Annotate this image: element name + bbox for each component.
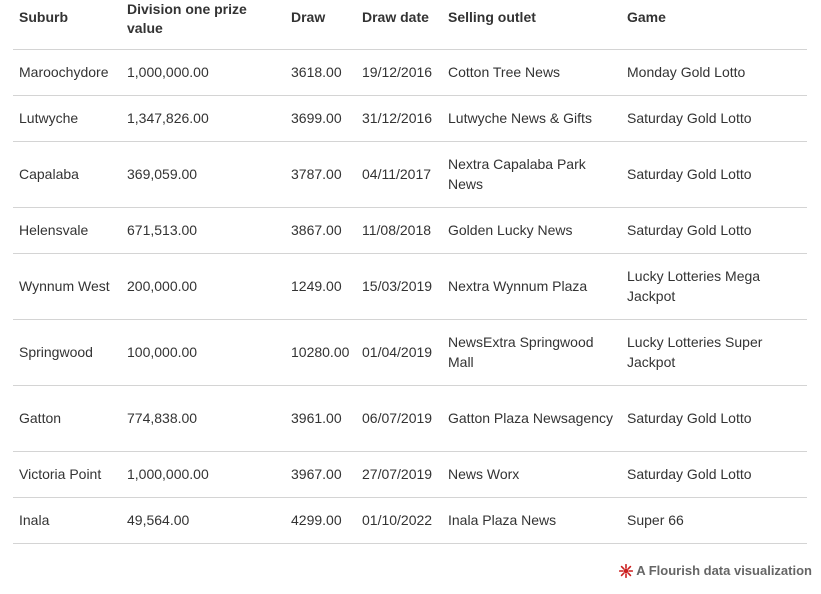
cell-suburb: Helensvale — [19, 222, 89, 238]
header-prize-value[interactable]: Division one prize value — [121, 0, 285, 49]
table-row: Lutwyche 1,347,826.00 3699.00 31/12/2016 Lut… — [13, 95, 807, 141]
table-header: Suburb Division one prize value Draw Dra… — [13, 0, 807, 49]
cell-game: Super 66 — [627, 512, 684, 528]
data-table: Suburb Division one prize value Draw Dra… — [13, 0, 807, 544]
cell-prize: 100,000.00 — [127, 344, 198, 360]
cell-date: 31/12/2016 — [362, 110, 433, 126]
header-row: Suburb Division one prize value Draw Dra… — [13, 0, 807, 49]
cell-game: Saturday Gold Lotto — [627, 110, 752, 126]
header-draw[interactable]: Draw — [285, 0, 356, 49]
cell-date: 01/04/2019 — [362, 344, 433, 360]
table-row: Maroochydore 1,000,000.00 3618.00 19/12/201… — [13, 49, 807, 95]
cell-outlet: Golden Lucky News — [448, 222, 573, 238]
flourish-credit-text: A Flourish data visualization — [636, 563, 812, 578]
table-body: Maroochydore 1,000,000.00 3618.00 19/12/201… — [13, 49, 807, 543]
table-row: Springwood 100,000.00 10280.00 01/04/2019 Ne… — [13, 319, 807, 385]
cell-prize: 774,838.00 — [127, 410, 198, 426]
cell-prize: 671,513.00 — [127, 222, 198, 238]
table-row: Helensvale 671,513.00 3867.00 11/08/2018 Gol… — [13, 207, 807, 253]
cell-draw: 3867.00 — [291, 222, 342, 238]
cell-game: Saturday Gold Lotto — [627, 466, 752, 482]
cell-outlet: Nextra Wynnum Plaza — [448, 278, 588, 294]
cell-game: Monday Gold Lotto — [627, 64, 746, 80]
cell-draw: 4299.00 — [291, 512, 342, 528]
cell-prize: 49,564.00 — [127, 512, 190, 528]
flourish-logo-icon — [619, 563, 634, 578]
cell-prize: 369,059.00 — [127, 166, 198, 182]
table-row: Wynnum West 200,000.00 1249.00 15/03/2019 Ne… — [13, 253, 807, 319]
header-selling-outlet[interactable]: Selling outlet — [442, 0, 621, 49]
cell-suburb: Wynnum West — [19, 278, 110, 294]
cell-suburb: Gatton — [19, 410, 62, 426]
cell-outlet: Inala Plaza News — [448, 512, 557, 528]
cell-date: 19/12/2016 — [362, 64, 433, 80]
cell-date: 01/10/2022 — [362, 512, 433, 528]
cell-game: Saturday Gold Lotto — [627, 166, 752, 182]
cell-date: 11/08/2018 — [362, 222, 432, 238]
flourish-credit[interactable]: A Flourish data visualization — [619, 563, 812, 578]
cell-prize: 1,000,000.00 — [127, 466, 209, 482]
cell-date: 15/03/2019 — [362, 278, 433, 294]
cell-prize: 1,000,000.00 — [127, 64, 209, 80]
header-suburb[interactable]: Suburb — [13, 0, 121, 49]
cell-draw: 1249.00 — [291, 278, 342, 294]
cell-draw: 3961.00 — [291, 410, 342, 426]
cell-date: 04/11/2017 — [362, 166, 432, 182]
cell-draw: 3699.00 — [291, 110, 342, 126]
cell-game: Lucky Lotteries Super Jackpot — [627, 334, 763, 370]
cell-draw: 3787.00 — [291, 166, 342, 182]
table-row: Capalaba 369,059.00 3787.00 04/11/2017 Nextr… — [13, 141, 807, 207]
cell-draw: 3618.00 — [291, 64, 342, 80]
cell-date: 27/07/2019 — [362, 466, 433, 482]
cell-game: Saturday Gold Lotto — [627, 410, 752, 426]
cell-outlet: Lutwyche News & Gifts — [448, 110, 592, 126]
cell-outlet: Cotton Tree News — [448, 64, 561, 80]
cell-suburb: Capalaba — [19, 166, 79, 182]
cell-prize: 1,347,826.00 — [127, 110, 209, 126]
cell-game: Lucky Lotteries Mega Jackpot — [627, 268, 761, 304]
cell-outlet: Nextra Capalaba Park News — [448, 156, 586, 192]
cell-draw: 3967.00 — [291, 466, 342, 482]
cell-draw: 10280.00 — [291, 344, 350, 360]
cell-suburb: Lutwyche — [19, 110, 79, 126]
cell-suburb: Victoria Point — [19, 466, 102, 482]
cell-outlet: News Worx — [448, 466, 520, 482]
cell-suburb: Inala — [19, 512, 50, 528]
header-game[interactable]: Game — [621, 0, 807, 49]
cell-suburb: Maroochydore — [19, 64, 109, 80]
table-row: Inala 49,564.00 4299.00 01/10/2022 Inala Pla… — [13, 497, 807, 543]
cell-suburb: Springwood — [19, 344, 93, 360]
cell-game: Saturday Gold Lotto — [627, 222, 752, 238]
cell-outlet: Gatton Plaza Newsagency — [448, 410, 613, 426]
table-row: Gatton 774,838.00 3961.00 06/07/2019 Gatton … — [13, 385, 807, 451]
header-draw-date[interactable]: Draw date — [356, 0, 442, 49]
cell-date: 06/07/2019 — [362, 410, 433, 426]
cell-outlet: NewsExtra Springwood Mall — [448, 334, 594, 370]
cell-prize: 200,000.00 — [127, 278, 198, 294]
table-row: Victoria Point 1,000,000.00 3967.00 27/07/2… — [13, 451, 807, 497]
